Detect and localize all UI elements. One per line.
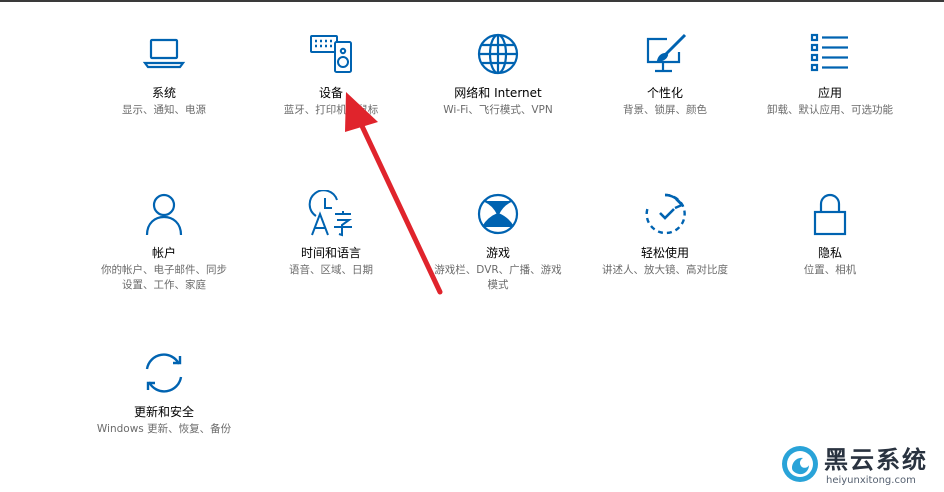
tile-description: 显示、通知、电源 xyxy=(122,104,206,116)
sync-arrows-icon xyxy=(140,349,188,397)
watermark-url: heiyunxitong.com xyxy=(826,475,916,486)
tile-title: 更新和安全 xyxy=(133,405,194,419)
tile-apps[interactable]: 应用 卸载、默认应用、可选功能 xyxy=(750,30,910,118)
heiyun-logo-icon xyxy=(782,446,818,482)
tile-personalization[interactable]: 个性化 背景、锁屏、颜色 xyxy=(585,30,745,118)
tile-description: 背景、锁屏、颜色 xyxy=(623,104,707,116)
xbox-icon xyxy=(474,190,522,238)
app-list-icon xyxy=(806,30,854,78)
time-language-icon xyxy=(307,190,355,238)
globe-icon xyxy=(474,30,522,78)
tile-update-security[interactable]: 更新和安全 Windows 更新、恢复、备份 xyxy=(84,349,244,437)
tile-description: 卸载、默认应用、可选功能 xyxy=(767,104,893,116)
tile-gaming[interactable]: 游戏 游戏栏、DVR、广播、游戏模式 xyxy=(418,190,578,293)
tile-description: Windows 更新、恢复、备份 xyxy=(96,423,232,435)
tile-title: 设备 xyxy=(318,86,343,100)
tile-title: 应用 xyxy=(817,86,842,100)
keyboard-speaker-icon xyxy=(307,30,355,78)
tile-title: 网络和 Internet xyxy=(454,86,542,100)
tile-description: 你的帐户、电子邮件、同步设置、工作、家庭 xyxy=(101,264,227,291)
tile-system[interactable]: 系统 显示、通知、电源 xyxy=(84,30,244,118)
lock-icon xyxy=(806,190,854,238)
tile-title: 帐户 xyxy=(151,246,176,260)
watermark-title: 黑云系统 xyxy=(824,446,928,474)
tile-title: 时间和语言 xyxy=(300,246,361,260)
tile-description: 游戏栏、DVR、广播、游戏模式 xyxy=(434,264,562,291)
tile-title: 系统 xyxy=(151,86,176,100)
laptop-icon xyxy=(140,30,188,78)
tile-time-language[interactable]: 时间和语言 语音、区域、日期 xyxy=(251,190,411,278)
tile-description: Wi-Fi、飞行模式、VPN xyxy=(443,104,553,116)
tile-title: 隐私 xyxy=(817,246,842,260)
tile-ease-of-access[interactable]: 轻松使用 讲述人、放大镜、高对比度 xyxy=(585,190,745,278)
tile-description: 蓝牙、打印机、鼠标 xyxy=(283,104,379,116)
tile-devices[interactable]: 设备 蓝牙、打印机、鼠标 xyxy=(251,30,411,118)
tile-description: 语音、区域、日期 xyxy=(289,264,373,276)
tile-description: 位置、相机 xyxy=(803,264,857,276)
tile-privacy[interactable]: 隐私 位置、相机 xyxy=(750,190,910,278)
tile-title: 轻松使用 xyxy=(640,246,689,260)
paintbrush-monitor-icon xyxy=(641,30,689,78)
tile-description: 讲述人、放大镜、高对比度 xyxy=(602,264,728,276)
watermark: 黑云系统 heiyunxitong.com xyxy=(778,440,940,490)
tile-title: 个性化 xyxy=(646,86,683,100)
window-top-border xyxy=(0,0,944,2)
ease-of-access-icon xyxy=(641,190,689,238)
tile-title: 游戏 xyxy=(485,246,510,260)
person-icon xyxy=(140,190,188,238)
tile-network[interactable]: 网络和 Internet Wi-Fi、飞行模式、VPN xyxy=(418,30,578,118)
tile-accounts[interactable]: 帐户 你的帐户、电子邮件、同步设置、工作、家庭 xyxy=(84,190,244,293)
